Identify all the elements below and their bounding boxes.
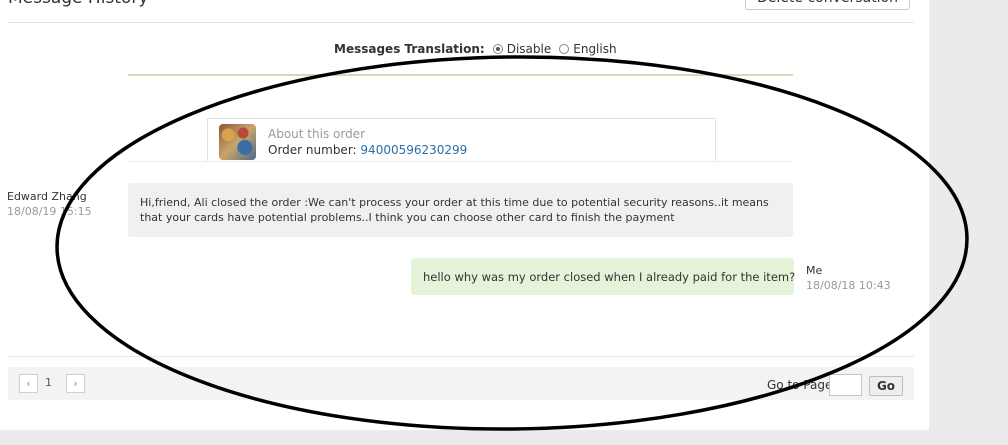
order-number-label: Order number:: [268, 143, 357, 157]
message-sender-name: Me: [806, 264, 823, 277]
bottom-gutter: [0, 430, 929, 445]
go-to-page-label: Go to Page: [767, 378, 833, 392]
order-number-link[interactable]: 94000596230299: [360, 143, 467, 157]
order-card-title: About this order: [268, 127, 366, 141]
message-timestamp: 18/08/18 10:43: [806, 279, 891, 292]
delete-conversation-button[interactable]: Delete conversation: [745, 0, 910, 10]
translation-option-disable[interactable]: Disable: [492, 42, 552, 56]
radio-unchecked-icon[interactable]: [559, 44, 570, 54]
messages-divider: [8, 356, 914, 357]
go-button[interactable]: Go: [869, 376, 903, 396]
outgoing-message-bubble: hello why was my order closed when I alr…: [411, 258, 795, 295]
translation-selector: Messages Translation: Disable English: [334, 42, 625, 56]
header-divider: [8, 22, 914, 23]
radio-checked-icon[interactable]: [492, 44, 503, 54]
option-label: English: [573, 42, 617, 56]
current-page-number: 1: [45, 376, 52, 389]
chevron-right-icon[interactable]: ›: [66, 374, 85, 393]
page-title: Message History: [8, 0, 148, 8]
translation-option-english[interactable]: English: [559, 42, 617, 56]
order-number: Order number: 94000596230299: [268, 143, 467, 157]
page-number-input[interactable]: [829, 374, 862, 396]
message-sender-name: Edward Zhang: [7, 190, 87, 203]
right-gutter: [929, 0, 1008, 445]
incoming-message-bubble: Hi,friend, Ali closed the order :We can'…: [128, 183, 793, 237]
chevron-left-icon[interactable]: ‹: [19, 374, 38, 393]
product-thumbnail[interactable]: [219, 124, 256, 160]
message-timestamp: 18/08/19 15:15: [7, 205, 92, 218]
option-label: Disable: [506, 42, 552, 56]
translation-divider: [128, 74, 793, 76]
order-card-divider: [128, 161, 793, 162]
translation-label: Messages Translation:: [334, 42, 485, 56]
